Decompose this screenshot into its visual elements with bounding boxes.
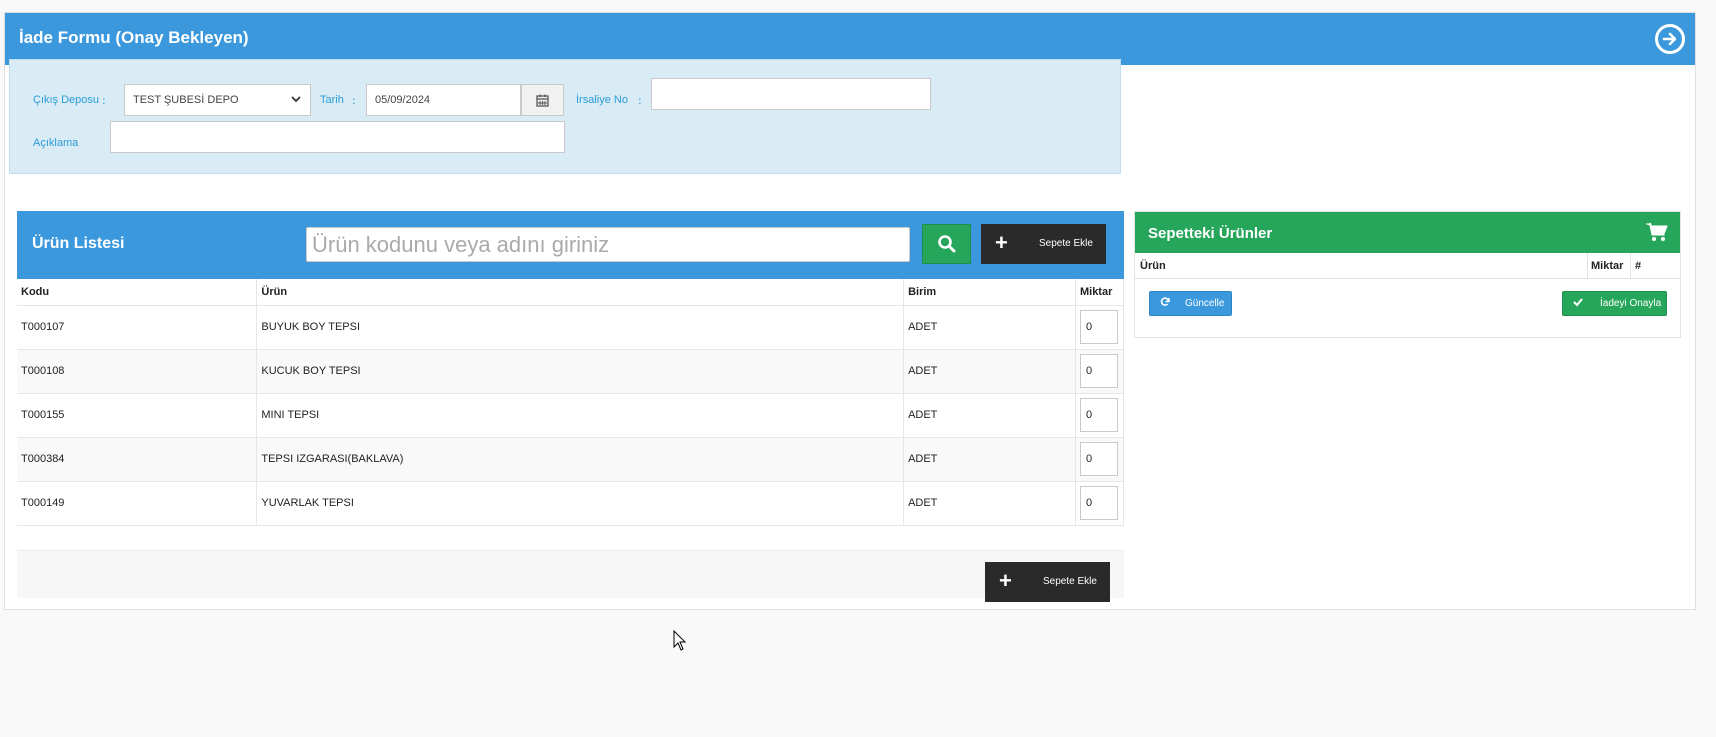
column-header-code[interactable]: Kodu [17,279,258,306]
cell-code: T000107 [17,305,258,350]
basket-column-action: # [1635,260,1642,272]
column-header-unit[interactable]: Birim [903,279,1076,306]
footer-add-to-cart-label: Sepete Ekle [1043,576,1097,587]
cell-product: BUYUK BOY TEPSI [256,305,905,350]
product-list-title: Ürün Listesi [32,235,125,252]
basket-column-product: Ürün [1140,260,1166,272]
cell-quantity: 0 [1075,481,1125,526]
quantity-input[interactable]: 0 [1079,398,1118,432]
column-header-quantity[interactable]: Miktar [1075,279,1125,306]
plus-icon: + [995,230,1008,255]
table-row: T000384 TEPSI IZGARASI(BAKLAVA) ADET 0 [17,437,1125,482]
table-row: T000149 YUVARLAK TEPSI ADET 0 [17,481,1125,526]
cell-unit: ADET [903,437,1076,482]
cell-unit: ADET [903,393,1076,438]
divider [1135,278,1680,279]
cell-unit: ADET [903,481,1076,526]
column-header-product[interactable]: Ürün [256,279,905,306]
quantity-input[interactable]: 0 [1079,354,1118,388]
footer-add-to-cart-button[interactable]: + Sepete Ekle [985,562,1110,602]
basket-title: Sepetteki Ürünler [1148,225,1273,242]
column-divider [1587,253,1588,278]
approve-return-label: İadeyi Onayla [1600,298,1662,309]
add-to-cart-label: Sepete Ekle [1039,238,1093,249]
basket-column-quantity: Miktar [1591,260,1624,272]
cell-code: T000155 [17,393,258,438]
table-row: T000107 BUYUK BOY TEPSI ADET 0 [17,305,1125,350]
cell-product: YUVARLAK TEPSI [256,481,905,526]
cell-product: MINI TEPSI [256,393,905,438]
product-table: Kodu Ürün Birim Miktar T000107 BUYUK BOY… [17,279,1125,526]
colon: : [102,94,106,107]
calendar-icon [536,94,549,107]
cell-quantity: 0 [1075,393,1125,438]
quantity-input[interactable]: 0 [1079,486,1118,520]
waybill-label: İrsaliye No [576,94,628,106]
cell-code: T000149 [17,481,258,526]
waybill-input[interactable] [651,78,931,110]
update-label: Güncelle [1185,298,1225,309]
depot-select-value: TEST ŞUBESİ DEPO [133,94,239,106]
page-title: İade Formu (Onay Bekleyen) [19,28,249,47]
cell-code: T000384 [17,437,258,482]
product-list-footer: + Sepete Ekle [17,550,1124,602]
cell-quantity: 0 [1075,305,1125,350]
search-button[interactable] [922,224,971,264]
refresh-icon [1160,297,1170,310]
quantity-input[interactable]: 0 [1079,310,1118,344]
product-search-input[interactable]: Ürün kodunu veya adını giriniz [306,227,910,262]
date-label: Tarih [320,94,344,106]
basket-header: Sepetteki Ürünler [1135,212,1680,253]
plus-icon: + [999,568,1012,593]
product-list-header: Ürün Listesi Ürün kodunu veya adını giri… [17,211,1124,279]
table-header-row: Kodu Ürün Birim Miktar [17,279,1125,306]
update-button[interactable]: Güncelle [1149,291,1232,316]
description-label: Açıklama [33,137,79,149]
mouse-cursor-icon [673,629,687,655]
calendar-button[interactable] [521,84,564,116]
depot-label: Çıkış Deposu [33,94,100,106]
cell-product: TEPSI IZGARASI(BAKLAVA) [256,437,905,482]
table-row: T000108 KUCUK BOY TEPSI ADET 0 [17,349,1125,394]
cell-product: KUCUK BOY TEPSI [256,349,905,394]
form-panel: Çıkış Deposu : TEST ŞUBESİ DEPO Tarih : … [9,59,1121,174]
shopping-cart-icon [1646,222,1668,245]
date-input[interactable]: 05/09/2024 [366,84,521,116]
add-to-cart-button[interactable]: + Sepete Ekle [981,224,1106,264]
cell-unit: ADET [903,349,1076,394]
cell-code: T000108 [17,349,258,394]
table-row: T000155 MINI TEPSI ADET 0 [17,393,1125,438]
description-input[interactable] [110,121,565,153]
search-placeholder: Ürün kodunu veya adını giriniz [312,231,610,257]
colon: : [638,94,642,107]
search-icon [937,235,955,253]
depot-select[interactable]: TEST ŞUBESİ DEPO [124,84,311,116]
basket-panel: Sepetteki Ürünler Ürün Miktar # Güncelle [1134,211,1681,338]
column-divider [1630,253,1631,278]
cell-unit: ADET [903,305,1076,350]
arrow-circle-right-icon[interactable] [1655,24,1685,54]
portlet-header: İade Formu (Onay Bekleyen) [5,13,1695,65]
approve-return-button[interactable]: İadeyi Onayla [1562,291,1667,316]
chevron-down-icon [290,93,302,108]
quantity-input[interactable]: 0 [1079,442,1118,476]
check-icon [1573,297,1583,310]
colon: : [352,94,356,107]
cell-quantity: 0 [1075,349,1125,394]
date-input-value: 05/09/2024 [375,94,431,106]
cell-quantity: 0 [1075,437,1125,482]
